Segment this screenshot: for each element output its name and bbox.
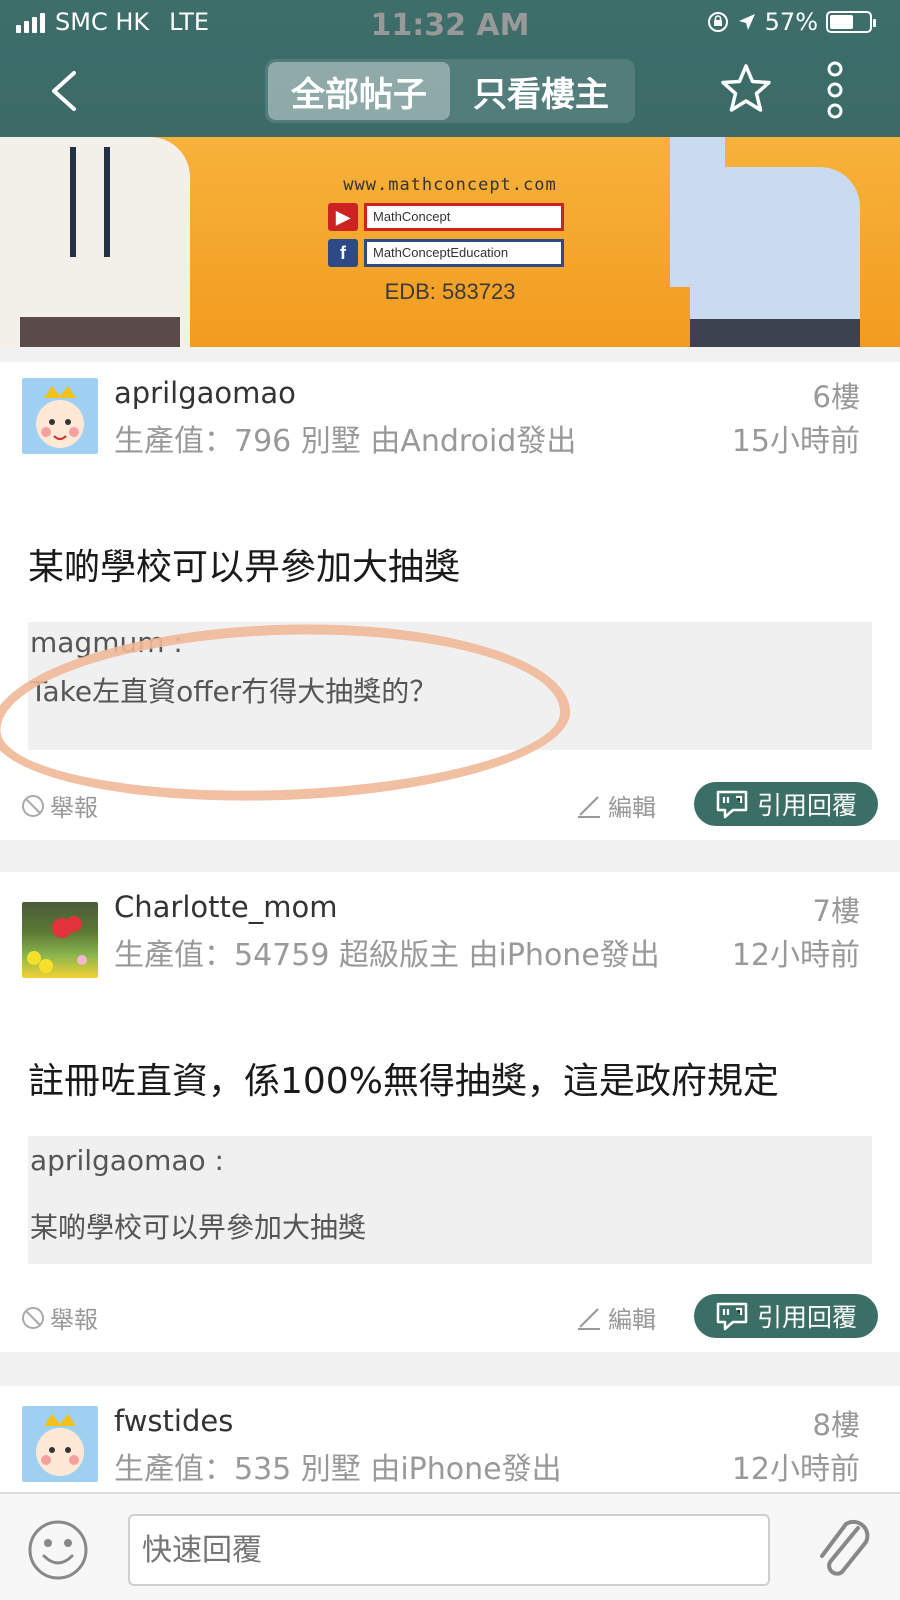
quote-text: Take左直資offer冇得大抽獎的？ <box>30 675 438 708</box>
user-meta: 生產值：796 別墅 由Android發出 <box>114 424 577 459</box>
favorite-button[interactable] <box>718 61 774 117</box>
avatar[interactable] <box>22 1406 98 1482</box>
ban-icon <box>22 794 44 817</box>
orientation-lock-icon <box>707 12 728 32</box>
user-meta: 生產值：54759 超級版主 由iPhone發出 <box>114 938 660 973</box>
banner-edb: EDB: 583723 <box>384 279 516 304</box>
quoted-reply: aprilgaomao : 某啲學校可以畀參加大抽獎 <box>28 1136 872 1264</box>
smiley-icon <box>28 1520 88 1580</box>
tab-op-only[interactable]: 只看樓主 <box>450 62 632 120</box>
banner-boy-image <box>660 137 900 347</box>
attach-button[interactable] <box>810 1512 876 1584</box>
post-floor-6: aprilgaomao 生產值：796 別墅 由Android發出 6樓 15小… <box>0 362 900 840</box>
back-button[interactable] <box>40 63 90 119</box>
edit-label: 編輯 <box>608 1306 656 1334</box>
post-content: 註冊咗直資，係100%無得抽獎，這是政府規定 <box>28 1061 779 1102</box>
post-time: 12小時前 <box>731 938 860 973</box>
quote-username: magmum : <box>30 626 183 659</box>
back-icon <box>52 71 76 111</box>
report-label: 舉報 <box>50 1306 98 1334</box>
more-icon <box>827 61 843 119</box>
post-content: 某啲學校可以畀參加大抽獎 <box>28 547 461 588</box>
quote-reply-label: 引用回覆 <box>756 791 857 820</box>
post-time: 12小時前 <box>731 1452 860 1487</box>
flower-avatar-icon <box>27 916 87 973</box>
quote-reply-label: 引用回覆 <box>756 1303 857 1332</box>
quote-reply-icon <box>716 790 748 819</box>
status-bar: SMC HK LTE 11:32 AM 57% <box>0 0 900 46</box>
nav-bar: 全部帖子 只看樓主 <box>0 55 900 125</box>
status-right: 57% <box>707 8 876 36</box>
edit-label: 編輯 <box>608 794 656 822</box>
banner-girl-image <box>0 137 190 347</box>
quoted-reply: magmum : Take左直資offer冇得大抽獎的？ <box>28 622 872 750</box>
pencil-icon <box>578 795 600 818</box>
floor-number: 8樓 <box>812 1408 860 1442</box>
quote-reply-icon <box>716 1302 748 1331</box>
section-divider <box>0 1352 900 1386</box>
post-floor-7: Charlotte_mom 生產值：54759 超級版主 由iPhone發出 7… <box>0 872 900 1352</box>
location-icon <box>738 14 755 30</box>
floor-number: 6樓 <box>812 380 860 414</box>
avatar[interactable] <box>22 902 98 978</box>
facebook-handle: MathConceptEducation <box>364 239 564 267</box>
floor-number: 7樓 <box>812 894 860 928</box>
post-filter-tabs: 全部帖子 只看樓主 <box>265 59 635 123</box>
quote-text: 某啲學校可以畀參加大抽獎 <box>30 1211 367 1244</box>
user-meta: 生產值：535 別墅 由iPhone發出 <box>114 1452 562 1487</box>
username[interactable]: aprilgaomao <box>114 376 296 410</box>
username[interactable]: Charlotte_mom <box>114 890 337 924</box>
battery-icon <box>826 11 876 33</box>
post-time: 15小時前 <box>731 424 860 459</box>
quote-reply-button[interactable]: 引用回覆 <box>694 782 878 826</box>
baby-avatar-icon <box>36 386 84 448</box>
edit-button[interactable]: 編輯 <box>576 788 656 823</box>
report-button[interactable]: 舉報 <box>20 1300 98 1335</box>
paperclip-icon <box>820 1519 870 1576</box>
youtube-handle: MathConcept <box>364 203 564 231</box>
banner-facebook: f MathConceptEducation <box>328 239 600 267</box>
ad-banner[interactable]: www.mathconcept.com ▶ MathConcept f Math… <box>0 137 900 347</box>
edit-button[interactable]: 編輯 <box>576 1300 656 1335</box>
baby-avatar-icon <box>36 1414 84 1476</box>
tab-all-posts[interactable]: 全部帖子 <box>268 62 450 120</box>
quote-username: aprilgaomao : <box>30 1144 224 1177</box>
report-label: 舉報 <box>50 794 98 822</box>
quote-reply-button[interactable]: 引用回覆 <box>694 1294 878 1338</box>
star-icon <box>721 64 771 112</box>
emoji-button[interactable] <box>26 1518 90 1582</box>
report-button[interactable]: 舉報 <box>20 788 98 823</box>
youtube-icon: ▶ <box>328 203 358 231</box>
battery-percent: 57% <box>764 8 818 36</box>
avatar[interactable] <box>22 378 98 454</box>
section-divider <box>0 840 900 872</box>
banner-url: www.mathconcept.com <box>343 175 557 195</box>
ban-icon <box>22 1306 44 1329</box>
banner-content: www.mathconcept.com ▶ MathConcept f Math… <box>300 175 600 305</box>
post-floor-8: fwstides 生產值：535 別墅 由iPhone發出 8樓 12小時前 <box>0 1386 900 1492</box>
more-button[interactable] <box>820 59 850 121</box>
banner-youtube: ▶ MathConcept <box>328 203 600 231</box>
top-bar: SMC HK LTE 11:32 AM 57% 全部帖子 只看樓主 <box>0 0 900 137</box>
pencil-icon <box>578 1307 600 1330</box>
quick-reply-bar <box>0 1492 900 1600</box>
facebook-icon: f <box>328 239 358 267</box>
username[interactable]: fwstides <box>114 1404 233 1438</box>
quick-reply-input[interactable] <box>128 1514 770 1586</box>
